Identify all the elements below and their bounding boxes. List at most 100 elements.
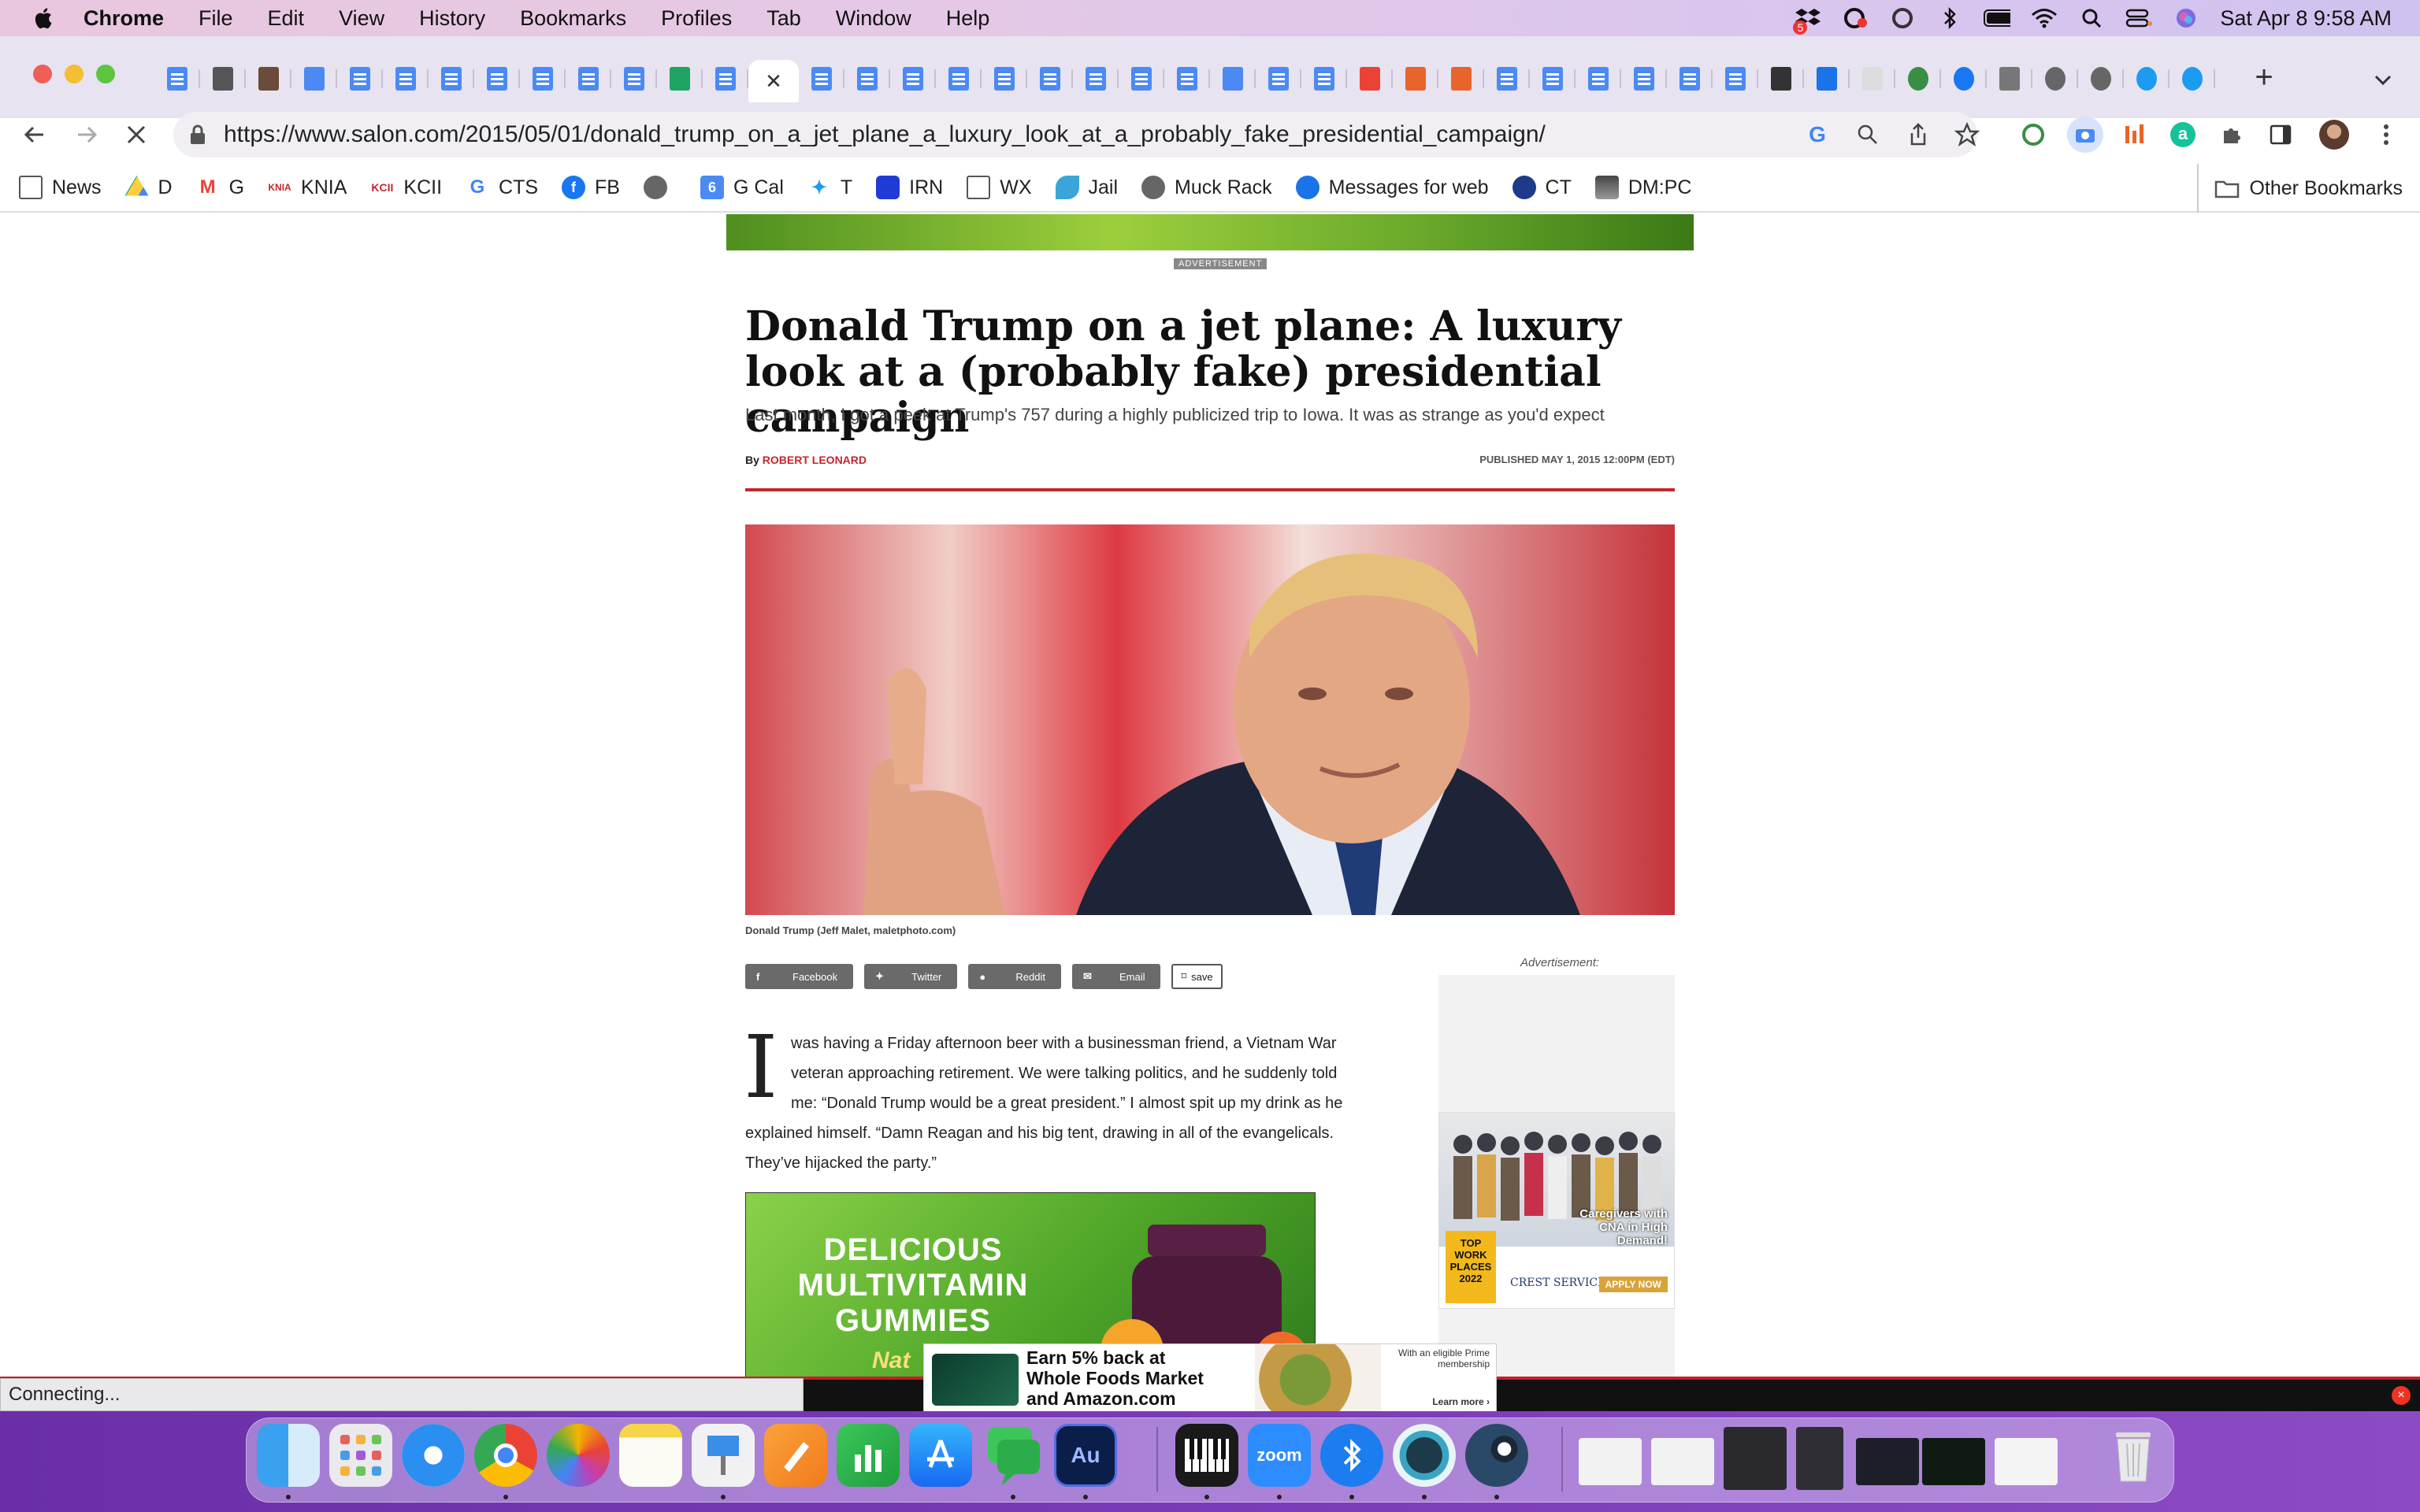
bookmark-item[interactable]: News xyxy=(19,176,102,199)
window-close-button[interactable] xyxy=(33,65,52,83)
sync-icon[interactable] xyxy=(1889,6,1916,30)
numbers-icon[interactable] xyxy=(837,1424,900,1487)
menu-window[interactable]: Window xyxy=(836,6,911,31)
bookmark-item[interactable]: KNIA KNIA xyxy=(268,176,347,199)
window-minimize-button[interactable] xyxy=(65,65,84,83)
browser-tab[interactable] xyxy=(1667,60,1713,98)
menu-clock[interactable]: Sat Apr 8 9:58 AM xyxy=(2220,6,2392,31)
side-panel-icon[interactable] xyxy=(2266,120,2296,150)
browser-tab[interactable] xyxy=(1576,60,1621,98)
url-text[interactable]: https://www.salon.com/2015/05/01/donald_… xyxy=(224,121,1546,148)
new-tab-button[interactable]: + xyxy=(2247,61,2281,96)
browser-tab[interactable] xyxy=(1256,60,1301,98)
browser-tab[interactable] xyxy=(1941,60,1987,98)
bluetooth-icon[interactable] xyxy=(1936,6,1963,30)
camo-icon[interactable] xyxy=(1393,1424,1456,1487)
browser-tab[interactable] xyxy=(1301,60,1347,98)
browser-tab[interactable] xyxy=(1484,60,1530,98)
browser-tab[interactable] xyxy=(2169,60,2215,98)
bottom-ad[interactable]: Earn 5% back at Whole Foods Market and A… xyxy=(923,1343,1497,1414)
browser-tab[interactable] xyxy=(982,60,1027,98)
hero-image[interactable] xyxy=(745,524,1675,915)
launchpad-icon[interactable] xyxy=(329,1424,392,1487)
audition-icon[interactable]: Au xyxy=(1054,1424,1117,1487)
share-email-button[interactable]: ✉ Email xyxy=(1071,964,1161,989)
bookmark-item[interactable]: WX xyxy=(967,176,1032,199)
piano-icon[interactable] xyxy=(1175,1424,1238,1487)
browser-tab[interactable] xyxy=(1804,60,1850,98)
trash-icon[interactable] xyxy=(2102,1424,2165,1487)
bookmark-item[interactable]: DM:PC xyxy=(1594,176,1691,199)
browser-tab[interactable] xyxy=(1530,60,1576,98)
browser-tab[interactable] xyxy=(890,60,936,98)
screenshot-camera-icon[interactable] xyxy=(2067,117,2103,153)
extensions-puzzle-icon[interactable] xyxy=(2217,120,2247,150)
save-button[interactable]: ⌑ save xyxy=(1171,964,1223,989)
browser-tab[interactable] xyxy=(383,60,429,98)
menu-edit[interactable]: Edit xyxy=(268,6,305,31)
siri-icon[interactable] xyxy=(2173,6,2199,30)
bookmark-item[interactable] xyxy=(643,176,677,199)
stop-loading-x-icon[interactable] xyxy=(121,120,151,150)
messages-icon[interactable] xyxy=(982,1424,1045,1487)
pages-icon[interactable] xyxy=(764,1424,827,1487)
menu-tab[interactable]: Tab xyxy=(766,6,801,31)
share-facebook-button[interactable]: f Facebook xyxy=(745,964,854,989)
menu-app-name[interactable]: Chrome xyxy=(84,6,164,31)
browser-tab[interactable] xyxy=(1347,60,1393,98)
forward-arrow-icon[interactable] xyxy=(72,120,102,150)
back-arrow-icon[interactable] xyxy=(19,120,49,150)
browser-tab[interactable] xyxy=(1210,60,1256,98)
browser-tab[interactable] xyxy=(2078,60,2124,98)
bookmark-item[interactable]: CT xyxy=(1512,176,1572,199)
browser-tab[interactable] xyxy=(1895,60,1941,98)
minimized-window-thumbnail[interactable] xyxy=(1651,1438,1714,1485)
app-store-icon[interactable] xyxy=(909,1424,972,1487)
other-bookmarks[interactable]: Other Bookmarks xyxy=(2197,164,2403,213)
minimized-window-thumbnail[interactable] xyxy=(1922,1438,1985,1485)
browser-tab[interactable] xyxy=(1119,60,1164,98)
menu-file[interactable]: File xyxy=(199,6,233,31)
browser-tab[interactable] xyxy=(844,60,890,98)
browser-tab[interactable] xyxy=(936,60,982,98)
browser-tab[interactable] xyxy=(1393,60,1438,98)
bluetooth-app-icon[interactable] xyxy=(1320,1424,1383,1487)
browser-tab[interactable] xyxy=(1164,60,1210,98)
browser-tab[interactable] xyxy=(1073,60,1119,98)
finder-icon[interactable] xyxy=(257,1424,320,1487)
apply-now-button[interactable]: APPLY NOW xyxy=(1598,1277,1668,1292)
browser-tab[interactable] xyxy=(1027,60,1073,98)
bookmark-item[interactable]: Jail xyxy=(1055,176,1118,199)
menu-bookmarks[interactable]: Bookmarks xyxy=(520,6,626,31)
minimized-window-thumbnail[interactable] xyxy=(1856,1438,1919,1485)
browser-tab[interactable] xyxy=(1758,60,1804,98)
browser-tab[interactable] xyxy=(799,60,844,98)
zoom-icon[interactable]: zoom xyxy=(1248,1424,1311,1487)
minimized-window-thumbnail[interactable] xyxy=(1724,1427,1787,1490)
bookmark-item[interactable]: KCII KCII xyxy=(370,176,442,199)
extension-green-icon[interactable] xyxy=(2018,120,2048,150)
apple-icon[interactable] xyxy=(32,6,54,30)
bookmark-item[interactable]: Muck Rack xyxy=(1141,176,1272,199)
browser-tab[interactable] xyxy=(154,60,200,98)
chrome-icon[interactable] xyxy=(474,1424,537,1487)
bookmark-item[interactable]: G CTS xyxy=(466,176,538,199)
share-icon[interactable] xyxy=(1903,120,1933,150)
control-center-icon[interactable] xyxy=(2125,6,2153,30)
tab-close-icon[interactable]: ✕ xyxy=(765,69,782,94)
minimized-window-thumbnail[interactable] xyxy=(1796,1427,1843,1490)
browser-tab[interactable] xyxy=(200,60,246,98)
creative-cloud-icon[interactable] xyxy=(1842,6,1869,30)
wifi-icon[interactable] xyxy=(2031,6,2058,30)
browser-tab[interactable] xyxy=(1438,60,1484,98)
share-twitter-button[interactable]: ✦ Twitter xyxy=(864,964,958,989)
menu-view[interactable]: View xyxy=(339,6,384,31)
battery-icon[interactable] xyxy=(1984,6,2011,30)
top-banner-ad[interactable] xyxy=(726,214,1694,250)
bookmark-item[interactable]: MG xyxy=(195,176,244,199)
browser-tab[interactable] xyxy=(429,60,474,98)
tab-search-chevron-icon[interactable] xyxy=(2371,68,2395,91)
bookmark-item[interactable]: ✦ T xyxy=(807,176,852,199)
steam-icon[interactable] xyxy=(1465,1424,1528,1487)
minimized-window-thumbnail[interactable] xyxy=(1995,1438,2058,1485)
